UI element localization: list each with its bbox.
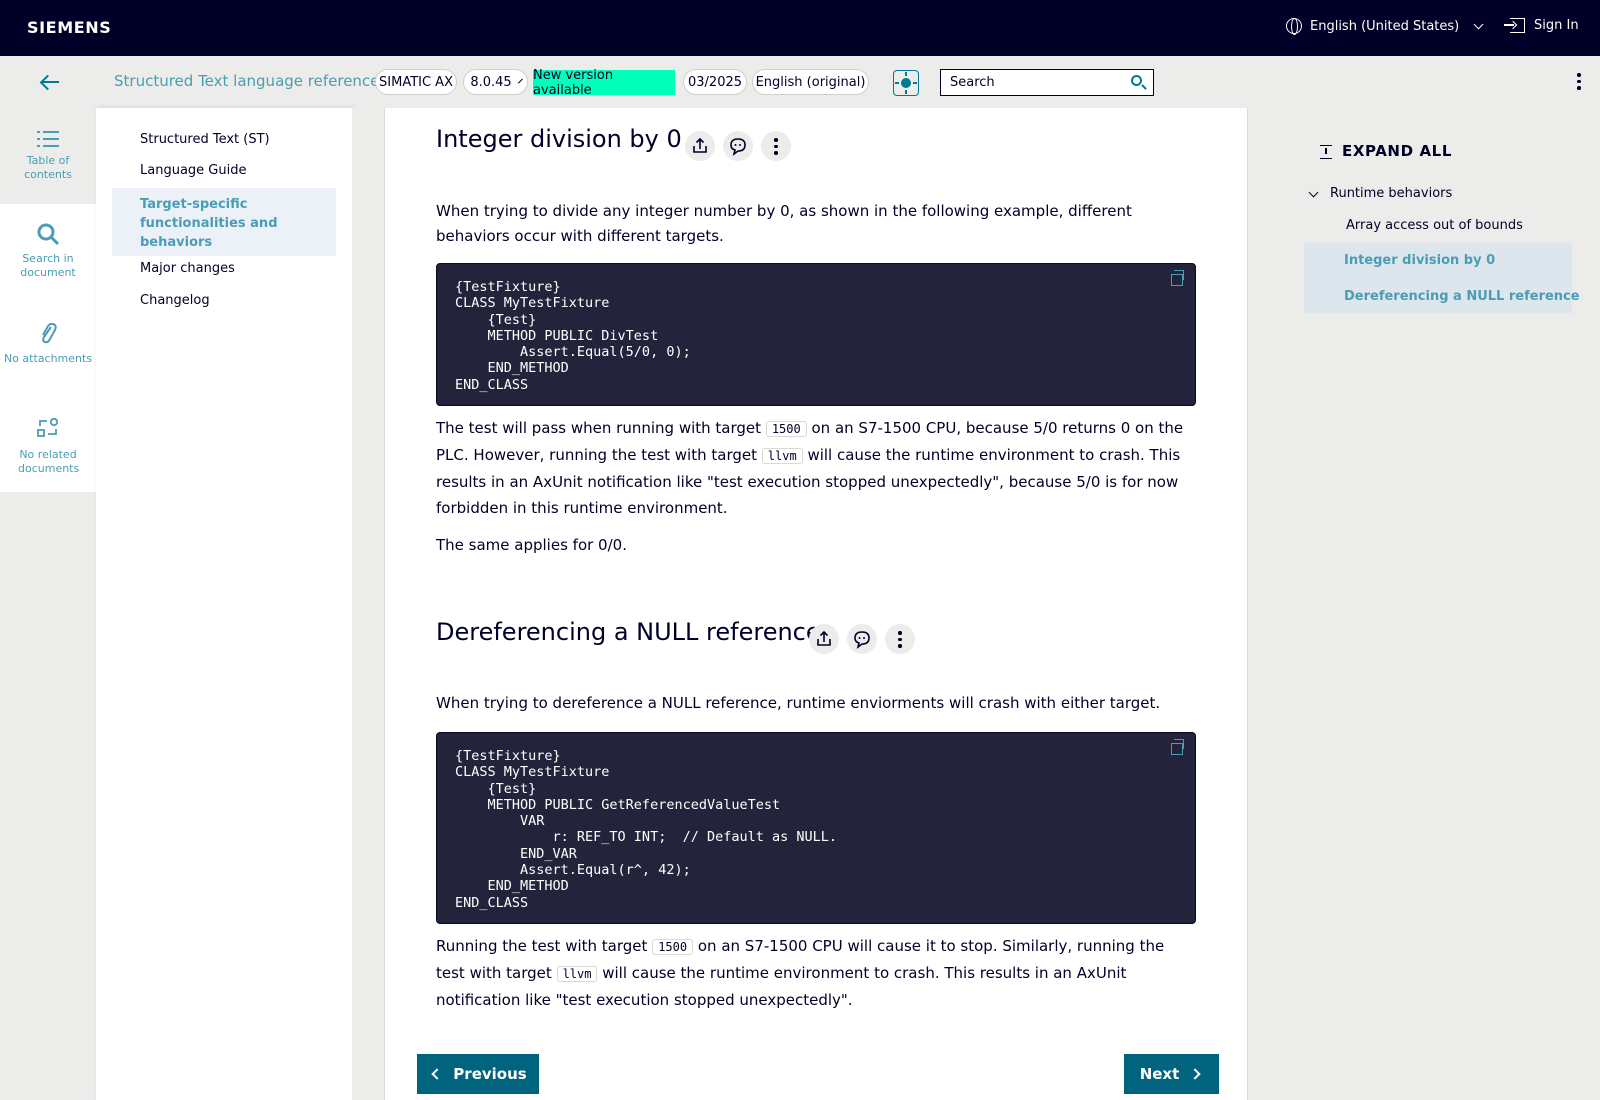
version-label: 8.0.45 <box>470 74 512 90</box>
outline-item-runtime-behaviors[interactable]: Runtime behaviors <box>1330 186 1452 201</box>
sun-icon <box>901 78 911 88</box>
chevron-down-icon[interactable] <box>1308 187 1319 198</box>
rail-attachments[interactable]: No attachments <box>0 300 96 396</box>
back-arrow-icon[interactable] <box>40 73 60 91</box>
share-icon <box>817 630 831 646</box>
feedback-button[interactable] <box>723 131 753 161</box>
inline-code: 1500 <box>652 939 694 955</box>
table-of-contents-panel: Structured Text (ST) Language Guide Targ… <box>96 108 352 1100</box>
feedback-button[interactable] <box>847 624 877 654</box>
previous-label: Previous <box>453 1065 527 1083</box>
rail-label: No attachments <box>3 352 93 365</box>
paragraph: The same applies for 0/0. <box>436 536 627 554</box>
chevron-down-icon <box>1473 19 1484 29</box>
paragraph-text: Running the test with target <box>436 937 648 955</box>
share-icon <box>693 137 707 153</box>
sun-ray <box>905 72 907 76</box>
sign-in-icon <box>1504 18 1525 33</box>
more-options-icon[interactable] <box>885 624 915 654</box>
paragraph: When trying to divide any integer number… <box>436 202 1132 245</box>
siemens-logo[interactable]: SIEMENS <box>27 18 111 37</box>
paragraph: When trying to dereference a NULL refere… <box>436 694 1161 712</box>
next-label: Next <box>1139 1065 1180 1083</box>
rail-label: Search in document <box>20 252 76 279</box>
document-language-badge: English (original) <box>752 69 869 95</box>
sun-ray <box>895 82 899 84</box>
product-badge: SIMATIC AX <box>375 69 457 95</box>
toc-item-language-guide[interactable]: Language Guide <box>140 163 246 178</box>
related-documents-icon <box>37 417 59 437</box>
top-header: SIEMENS English (United States) Sign In <box>0 0 1600 56</box>
side-rail: Table of contents Search in document No … <box>0 108 96 1100</box>
toc-item-major-changes[interactable]: Major changes <box>140 261 235 276</box>
list-icon <box>37 131 59 147</box>
toc-item-changelog[interactable]: Changelog <box>140 293 210 308</box>
expand-all-button[interactable]: EXPAND ALL <box>1320 142 1452 160</box>
search-icon[interactable] <box>1131 75 1142 86</box>
copy-icon[interactable] <box>1171 270 1184 286</box>
search-box <box>940 69 1154 96</box>
rail-label: No related documents <box>18 448 80 475</box>
share-button[interactable] <box>809 624 839 654</box>
sign-in-button[interactable]: Sign In <box>1504 18 1579 33</box>
section-heading: Integer division by 0 <box>436 125 682 153</box>
new-version-badge[interactable]: New version available <box>533 68 675 98</box>
chevron-down-icon <box>517 78 523 83</box>
search-input[interactable] <box>941 70 1111 94</box>
rail-table-of-contents[interactable]: Table of contents <box>0 108 96 204</box>
expand-all-label: EXPAND ALL <box>1342 142 1452 160</box>
document-content: Integer division by 0 When trying to div… <box>384 108 1248 1100</box>
toc-item-target-specific[interactable]: Target-specific functionalities and beha… <box>112 188 336 256</box>
more-options-icon[interactable] <box>1576 73 1582 91</box>
more-options-icon[interactable] <box>761 131 791 161</box>
version-selector[interactable]: 8.0.45 <box>463 69 528 95</box>
outline-item-dereferencing-null[interactable]: Dereferencing a NULL reference <box>1344 289 1580 304</box>
document-title-link[interactable]: Structured Text language reference <box>114 72 379 90</box>
outline-item-array-access[interactable]: Array access out of bounds <box>1346 218 1523 233</box>
paragraph: Running the test with target 1500 on an … <box>436 933 1186 1013</box>
code-block: {TestFixture} CLASS MyTestFixture {Test}… <box>436 732 1196 924</box>
speech-bubble-icon <box>730 138 746 156</box>
inline-code: llvm <box>556 966 598 982</box>
paperclip-icon <box>42 322 57 344</box>
document-toolbar: Structured Text language reference SIMAT… <box>0 56 1600 108</box>
rail-related-documents[interactable]: No related documents <box>0 396 96 492</box>
globe-icon <box>1286 18 1302 35</box>
code-text: {TestFixture} CLASS MyTestFixture {Test}… <box>455 279 691 393</box>
inline-code: 1500 <box>765 421 807 437</box>
sign-in-label: Sign In <box>1534 18 1579 33</box>
next-button[interactable]: Next <box>1124 1054 1219 1094</box>
toc-item-structured-text[interactable]: Structured Text (ST) <box>140 132 270 147</box>
code-text: {TestFixture} CLASS MyTestFixture {Test}… <box>455 748 838 911</box>
speech-bubble-icon <box>854 631 870 649</box>
theme-toggle-button[interactable] <box>893 70 919 96</box>
copy-icon[interactable] <box>1171 739 1184 755</box>
chevron-right-icon <box>1189 1068 1201 1080</box>
code-block: {TestFixture} CLASS MyTestFixture {Test}… <box>436 263 1196 406</box>
sun-ray <box>913 82 917 84</box>
sun-ray <box>905 90 907 94</box>
rail-label: Table of contents <box>24 154 72 181</box>
rail-search-in-document[interactable]: Search in document <box>0 204 96 300</box>
search-icon <box>37 223 60 246</box>
inline-code: llvm <box>761 448 803 464</box>
language-selector[interactable]: English (United States) <box>1286 18 1484 35</box>
outline-item-integer-division[interactable]: Integer division by 0 <box>1344 253 1495 268</box>
paragraph: The test will pass when running with tar… <box>436 415 1186 521</box>
section-heading: Dereferencing a NULL reference <box>436 618 821 646</box>
paragraph-text: The test will pass when running with tar… <box>436 419 762 437</box>
chevron-left-icon <box>431 1068 443 1080</box>
toc-item-label: Target-specific functionalities and beha… <box>140 197 278 250</box>
language-label: English (United States) <box>1310 18 1460 34</box>
expand-icon <box>1320 145 1332 159</box>
previous-button[interactable]: Previous <box>417 1054 539 1094</box>
date-badge: 03/2025 <box>683 69 747 95</box>
share-button[interactable] <box>685 131 715 161</box>
